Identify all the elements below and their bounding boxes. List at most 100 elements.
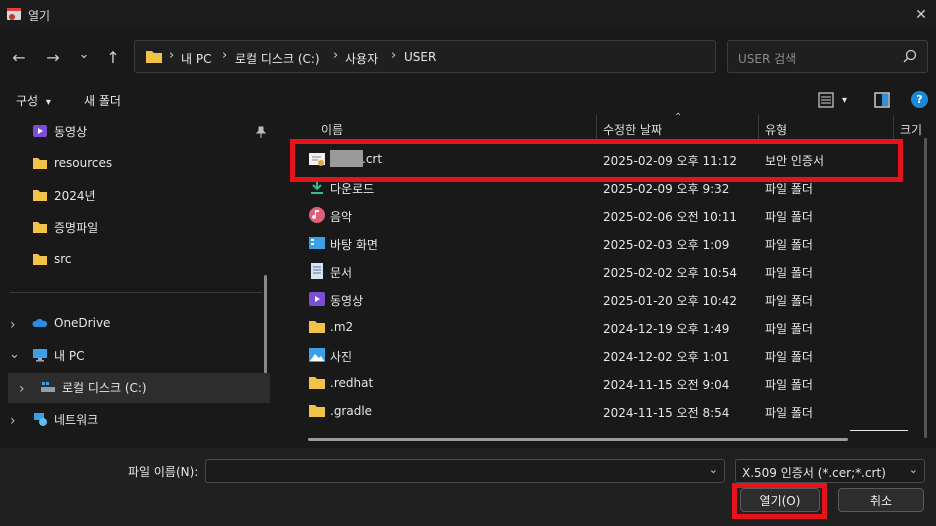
help-button[interactable]: ? xyxy=(911,91,928,108)
column-header-modified[interactable]: 수정한 날짜 xyxy=(603,121,662,138)
sidebar-item-resources[interactable]: resources xyxy=(32,150,112,176)
file-date: 2024-12-19 오후 1:49 xyxy=(603,322,730,336)
column-header-size[interactable]: 크기 xyxy=(900,121,922,138)
forward-button[interactable]: → xyxy=(40,44,66,70)
file-type: 파일 폴더 xyxy=(765,182,813,196)
folder-icon xyxy=(309,377,325,389)
breadcrumb-separator: › xyxy=(333,48,339,63)
folder-icon xyxy=(309,405,325,417)
pin-icon[interactable] xyxy=(256,126,266,138)
window-title: 열기 xyxy=(28,9,51,23)
file-name: 다운로드 xyxy=(330,182,375,196)
file-row[interactable]: 사진 2024-12-02 오후 1:01 파일 폴더 xyxy=(300,341,910,369)
breadcrumb-separator: › xyxy=(222,48,228,63)
file-name: 동영상 xyxy=(330,294,364,308)
close-button[interactable]: ✕ xyxy=(906,0,936,30)
file-type: 파일 폴더 xyxy=(765,378,813,392)
file-name: .redhat xyxy=(330,376,374,390)
chevron-down-icon: ⌄ xyxy=(908,463,918,476)
up-button[interactable]: ↑ xyxy=(100,44,126,70)
expand-chevron-icon[interactable]: › xyxy=(19,381,25,397)
music-icon xyxy=(309,207,325,223)
file-type: 파일 폴더 xyxy=(765,238,813,252)
pictures-icon xyxy=(309,348,325,362)
file-type-filter[interactable]: X.509 인증서 (*.cer;*.crt) ⌄ xyxy=(735,459,925,483)
video-icon xyxy=(33,125,47,137)
sidebar-item-label: 증명파일 xyxy=(54,220,99,235)
sidebar-item-label: src xyxy=(54,252,72,266)
address-bar[interactable]: › 내 PC › 로컬 디스크 (C:) › 사용자 › USER xyxy=(134,40,716,73)
expand-chevron-icon[interactable]: › xyxy=(10,317,16,333)
sidebar-item-my-pc[interactable]: 내 PC xyxy=(32,342,84,368)
cloud-icon xyxy=(32,318,48,327)
file-row[interactable]: 음악 2025-02-06 오전 10:11 파일 폴더 xyxy=(300,201,910,229)
file-date: 2024-11-15 오전 9:04 xyxy=(603,378,730,392)
column-header-name[interactable]: 이름 xyxy=(321,121,343,138)
folder-icon xyxy=(33,254,47,265)
sidebar-item-label: 동영상 xyxy=(54,124,88,139)
filename-label: 파일 이름(N): xyxy=(128,465,199,479)
file-date: 2024-11-15 오전 8:54 xyxy=(603,406,730,420)
list-view-icon xyxy=(818,92,834,108)
file-name: 음악 xyxy=(330,210,353,224)
folder-icon xyxy=(146,51,162,63)
file-date: 2024-12-02 오후 1:01 xyxy=(603,350,730,364)
file-row[interactable]: .redhat 2024-11-15 오전 9:04 파일 폴더 xyxy=(300,369,910,397)
file-name: 사진 xyxy=(330,350,353,364)
column-divider[interactable] xyxy=(758,115,759,139)
file-row[interactable]: 문서 2025-02-02 오후 10:54 파일 폴더 xyxy=(300,257,910,285)
breadcrumb-users[interactable]: 사용자 xyxy=(345,50,378,67)
horizontal-scrollbar[interactable] xyxy=(308,438,848,441)
preview-pane-icon[interactable] xyxy=(874,92,890,108)
file-type: 파일 폴더 xyxy=(765,294,813,308)
folder-icon xyxy=(33,222,47,233)
highlight-box xyxy=(732,483,827,519)
sidebar-item-certificates[interactable]: 증명파일 xyxy=(32,214,98,240)
breadcrumb-separator: › xyxy=(169,48,175,63)
breadcrumb-my-pc[interactable]: 내 PC xyxy=(181,50,211,67)
chevron-down-icon: ▾ xyxy=(842,94,848,106)
file-date: 2025-01-20 오후 10:42 xyxy=(603,294,738,308)
drive-icon xyxy=(41,382,55,392)
sidebar-item-2024[interactable]: 2024년 xyxy=(32,182,96,208)
sidebar-item-label: 2024년 xyxy=(54,188,96,203)
sidebar-item-network[interactable]: 네트워크 xyxy=(32,406,98,432)
organize-button[interactable]: 구성 ▾ xyxy=(16,92,51,109)
search-icon xyxy=(903,49,917,63)
network-icon xyxy=(34,413,47,426)
file-row[interactable]: 동영상 2025-01-20 오후 10:42 파일 폴더 xyxy=(300,285,910,313)
highlight-box xyxy=(290,139,903,182)
recent-locations-button[interactable]: ⌄ xyxy=(71,41,97,67)
chevron-down-icon[interactable]: ⌄ xyxy=(709,463,718,476)
column-divider[interactable] xyxy=(893,115,894,139)
new-folder-button[interactable]: 새 폴더 xyxy=(84,92,121,109)
app-icon xyxy=(7,8,21,20)
search-input[interactable]: USER 검색 xyxy=(727,40,928,73)
file-row[interactable]: .gradle 2024-11-15 오전 8:54 파일 폴더 xyxy=(300,397,910,425)
sidebar-item-src[interactable]: src xyxy=(32,246,72,272)
file-type-filter-value: X.509 인증서 (*.cer;*.crt) xyxy=(742,466,886,480)
file-row[interactable]: 바탕 화면 2025-02-03 오후 1:09 파일 폴더 xyxy=(300,229,910,257)
sidebar-item-videos[interactable]: 동영상 xyxy=(32,118,87,144)
back-button[interactable]: ← xyxy=(6,44,32,70)
filename-input[interactable] xyxy=(206,460,696,482)
file-row[interactable]: .m2 2024-12-19 오후 1:49 파일 폴더 xyxy=(300,313,910,341)
sidebar-item-label: OneDrive xyxy=(54,316,111,330)
file-type: 파일 폴더 xyxy=(765,350,813,364)
collapse-chevron-icon[interactable]: ⌄ xyxy=(9,347,20,362)
vertical-scrollbar[interactable] xyxy=(924,138,927,438)
sidebar-divider xyxy=(10,292,262,293)
cancel-button[interactable]: 취소 xyxy=(838,488,924,512)
filename-field[interactable]: ⌄ xyxy=(205,459,725,483)
column-header-type[interactable]: 유형 xyxy=(765,121,787,138)
view-options-button[interactable]: ▾ xyxy=(818,92,847,108)
breadcrumb-local-disk[interactable]: 로컬 디스크 (C:) xyxy=(235,50,320,67)
sidebar-item-local-disk[interactable]: 로컬 디스크 (C:) xyxy=(40,374,147,400)
sidebar-item-label: 네트워크 xyxy=(54,412,99,427)
breadcrumb-user[interactable]: USER xyxy=(404,50,436,64)
file-date: 2025-02-02 오후 10:54 xyxy=(603,266,738,280)
sidebar-item-onedrive[interactable]: OneDrive xyxy=(32,310,110,336)
command-bar xyxy=(0,84,936,114)
column-divider[interactable] xyxy=(596,115,597,139)
expand-chevron-icon[interactable]: › xyxy=(10,413,16,429)
